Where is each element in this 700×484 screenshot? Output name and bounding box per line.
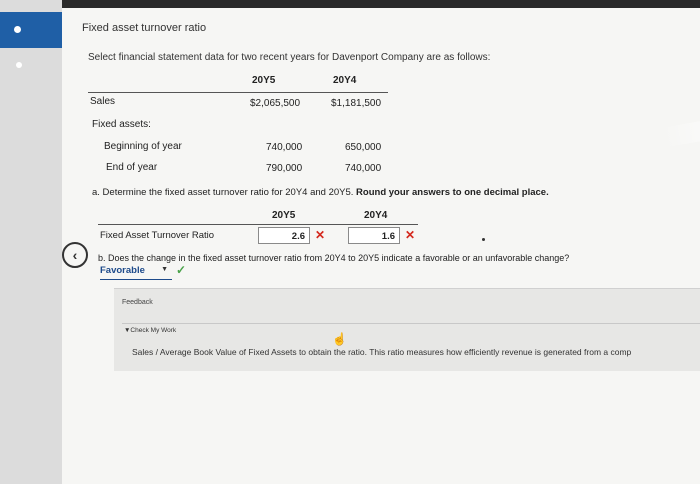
answer-header-rule [98,224,418,225]
fixed-assets-label: Fixed assets: [92,119,151,130]
problem-intro: Select financial statement data for two … [88,52,491,63]
part-b-question: b. Does the change in the fixed asset tu… [98,253,570,263]
screen-glare [660,112,700,148]
incorrect-x-icon: ✕ [315,228,326,242]
check-my-work-toggle[interactable]: ▼Check My Work [124,327,176,334]
dropdown-chevron-icon: ▼ [161,266,168,273]
stray-dot [482,238,485,241]
end-20y5: 790,000 [266,163,303,174]
back-chevron-icon[interactable]: ‹ [62,242,88,268]
incorrect-x-icon: ✕ [405,228,416,242]
feedback-divider [122,323,700,324]
answer-header-20y5: 20Y5 [272,210,296,221]
active-dot-icon [14,26,21,33]
part-a-question: a. Determine the fixed asset turnover ra… [92,187,549,198]
answer-input-20y5[interactable]: 2.6 [258,227,310,244]
beginning-20y4: 650,000 [345,142,382,153]
sales-20y4: $1,181,500 [331,98,382,109]
end-of-year-label: End of year [106,162,158,173]
top-bar [62,0,700,8]
beginning-20y5: 740,000 [266,142,303,153]
sidebar-active-item[interactable] [0,12,62,48]
table-header-20y4: 20Y4 [333,75,357,86]
correct-check-icon: ✓ [176,263,187,277]
part-a-question-text: a. Determine the fixed asset turnover ra… [92,187,354,198]
part-a-rounding-instruction: Round your answers to one decimal place. [356,187,549,198]
question-panel: Fixed asset turnover ratio Select financ… [62,0,700,484]
feedback-label: Feedback [122,299,153,306]
answer-input-20y4[interactable]: 1.6 [348,227,400,244]
favorable-select[interactable]: Favorable ▼ [100,265,172,280]
sales-20y5: $2,065,500 [250,98,301,109]
problem-title: Fixed asset turnover ratio [82,22,207,34]
end-20y4: 740,000 [345,163,382,174]
feedback-explanation: Sales / Average Book Value of Fixed Asse… [132,347,632,357]
sidebar-item-bullet-icon[interactable] [16,62,22,68]
fixed-asset-turnover-label: Fixed Asset Turnover Ratio [100,230,215,241]
favorable-select-value: Favorable [100,265,145,276]
hand-cursor-icon: ☝ [332,332,347,346]
beginning-of-year-label: Beginning of year [104,141,182,152]
sidebar [0,0,62,484]
table-header-rule [88,92,388,93]
table-header-20y5: 20Y5 [252,75,276,86]
feedback-panel: Feedback ▼Check My Work Sales / Average … [114,288,700,371]
answer-header-20y4: 20Y4 [364,210,388,221]
sales-label: Sales [90,96,116,107]
